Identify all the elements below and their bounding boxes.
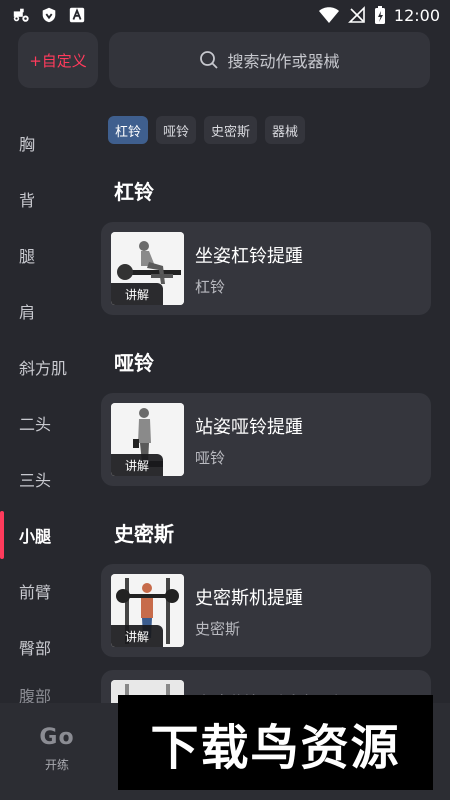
shield-icon	[42, 7, 56, 23]
equipment-filter-chips: 杠铃 哑铃 史密斯 器械	[108, 116, 306, 144]
battery-charging-icon	[374, 6, 385, 24]
explanation-tag[interactable]: 讲解	[111, 454, 163, 476]
sidebar-item-shoulders[interactable]: 肩	[0, 283, 100, 339]
tractor-icon	[13, 8, 29, 22]
watermark-text: 下载鸟资源	[150, 719, 401, 776]
muscle-group-sidebar: 胸 背 腿 肩 斜方肌 二头 三头 小腿 前臂 臀部 腹部	[0, 115, 100, 715]
sidebar-item-forearms[interactable]: 前臂	[0, 563, 100, 619]
exercise-equipment: 哑铃	[195, 449, 226, 467]
explanation-tag[interactable]: 讲解	[111, 283, 163, 305]
custom-exercise-button[interactable]: +自定义	[18, 32, 98, 88]
sidebar-item-biceps[interactable]: 二头	[0, 395, 100, 451]
exercise-name: 史密斯机提踵	[195, 588, 303, 609]
a-square-icon	[69, 7, 85, 23]
sidebar-item-chest[interactable]: 胸	[0, 115, 100, 171]
clock-time: 12:00	[393, 5, 440, 25]
watermark-banner: 下载鸟资源	[118, 695, 433, 790]
sidebar-item-triceps[interactable]: 三头	[0, 451, 100, 507]
chip-machine[interactable]: 器械	[265, 116, 306, 144]
exercise-card[interactable]: 讲解 站姿哑铃提踵 哑铃	[101, 393, 431, 486]
go-logo-icon: Go	[39, 725, 75, 750]
sidebar-item-trapezius[interactable]: 斜方肌	[0, 339, 100, 395]
section-title-dumbbell: 哑铃	[114, 351, 154, 375]
exercise-equipment: 史密斯	[195, 620, 241, 638]
section-title-barbell: 杠铃	[114, 180, 154, 204]
search-placeholder: 搜索动作或器械	[227, 52, 340, 71]
tab-start-training[interactable]: Go 开练	[36, 725, 78, 773]
search-icon	[200, 51, 219, 69]
section-title-smith: 史密斯	[114, 522, 174, 546]
sidebar-item-calves[interactable]: 小腿	[0, 507, 100, 563]
tab-label: 开练	[44, 758, 69, 772]
search-input[interactable]: 搜索动作或器械	[109, 32, 430, 88]
chip-dumbbell[interactable]: 哑铃	[156, 116, 197, 144]
exercise-thumbnail: 讲解	[111, 232, 184, 305]
sidebar-item-glutes[interactable]: 臀部	[0, 619, 100, 675]
no-signal-icon	[347, 6, 365, 23]
exercise-name: 坐姿杠铃提踵	[195, 246, 303, 267]
exercise-name: 站姿哑铃提踵	[195, 417, 303, 438]
exercise-equipment: 杠铃	[195, 278, 226, 296]
explanation-tag[interactable]: 讲解	[111, 625, 163, 647]
exercise-thumbnail: 讲解	[111, 574, 184, 647]
chip-smith[interactable]: 史密斯	[204, 116, 258, 144]
wifi-icon	[318, 7, 339, 23]
chip-barbell[interactable]: 杠铃	[108, 116, 149, 144]
sidebar-item-back[interactable]: 背	[0, 171, 100, 227]
status-bar: 12:00	[0, 0, 450, 30]
exercise-card[interactable]: 讲解 坐姿杠铃提踵 杠铃	[101, 222, 431, 315]
exercise-thumbnail: 讲解	[111, 403, 184, 476]
exercise-card[interactable]: 讲解 史密斯机提踵 史密斯	[101, 564, 431, 657]
sidebar-item-legs[interactable]: 腿	[0, 227, 100, 283]
